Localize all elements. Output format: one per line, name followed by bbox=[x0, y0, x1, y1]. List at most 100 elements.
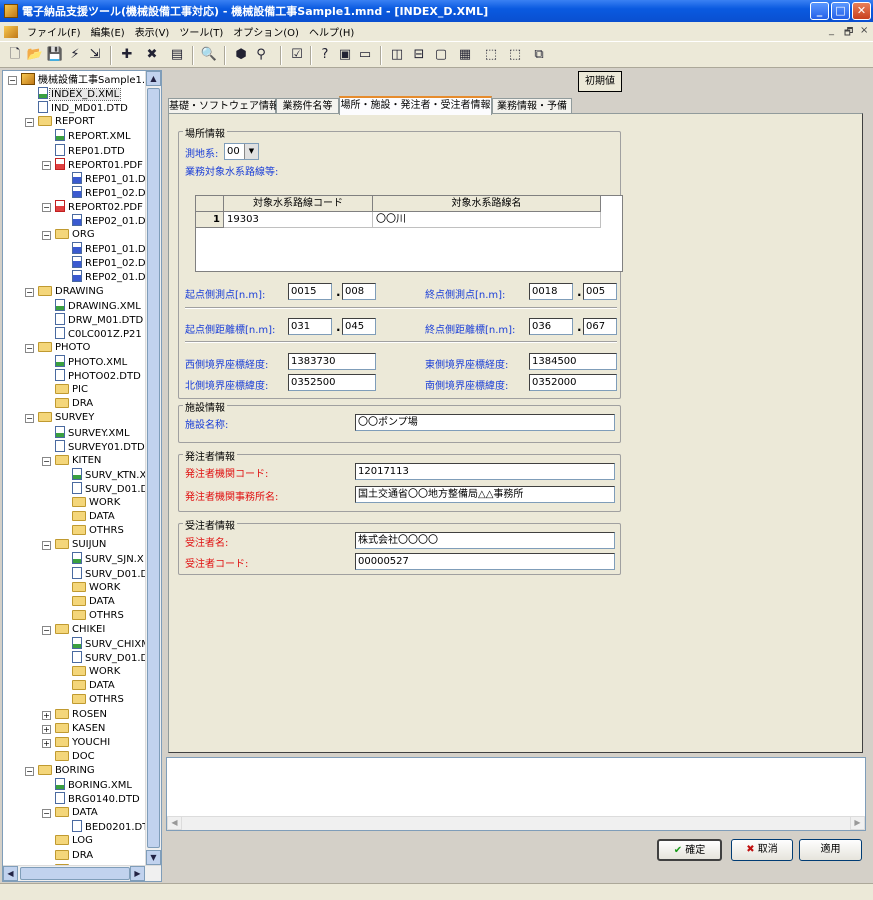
tool3-icon[interactable]: ⧉ bbox=[530, 46, 548, 64]
tree-item[interactable]: PHOTO02.DTD bbox=[55, 369, 142, 383]
west-boundary-field[interactable]: 1383730 bbox=[288, 353, 376, 370]
tree-item[interactable]: REPORT.XML bbox=[55, 129, 132, 143]
window2-icon[interactable]: ▭ bbox=[356, 46, 374, 64]
layout2-icon[interactable]: ⊟ bbox=[410, 46, 428, 64]
tree-item[interactable]: DRA bbox=[55, 397, 94, 411]
message-horizontal-scrollbar[interactable]: ◀ ▶ bbox=[167, 816, 865, 830]
collapse-icon[interactable]: − bbox=[25, 414, 34, 424]
tree-item[interactable]: REPORT02.PDF bbox=[55, 199, 144, 214]
tree-item[interactable]: BORING bbox=[38, 764, 96, 778]
properties-icon[interactable]: ▤ bbox=[168, 46, 186, 64]
lightning-icon[interactable]: ⚡ bbox=[66, 46, 84, 64]
menu-help[interactable]: ヘルプ(H) bbox=[304, 24, 359, 39]
scroll-left-icon[interactable]: ◀ bbox=[167, 816, 182, 830]
document-icon[interactable] bbox=[4, 25, 18, 38]
collapse-icon[interactable]: − bbox=[42, 456, 51, 466]
menu-options[interactable]: オプション(O) bbox=[228, 24, 304, 39]
tree-item[interactable]: BED0201.DTI bbox=[72, 820, 152, 834]
apply-button[interactable]: 適用 bbox=[799, 839, 862, 861]
tree-item[interactable]: REP01_01.DC bbox=[72, 242, 154, 256]
minimize-button[interactable]: _ bbox=[810, 2, 829, 20]
collapse-icon[interactable]: − bbox=[42, 160, 51, 170]
collapse-icon[interactable]: − bbox=[42, 202, 51, 212]
tree-item[interactable]: DATA bbox=[72, 679, 116, 693]
tree-horizontal-scrollbar[interactable]: ◀ ▶ bbox=[3, 865, 161, 881]
tree-item[interactable]: OTHRS bbox=[72, 609, 125, 623]
tree-item[interactable]: SUIJUN bbox=[55, 538, 107, 552]
collapse-icon[interactable]: − bbox=[42, 625, 51, 635]
tree-item[interactable]: DATA bbox=[55, 806, 99, 820]
package-icon[interactable]: ⬢ bbox=[232, 46, 250, 64]
datum-select[interactable]: 00 ▼ bbox=[224, 143, 259, 160]
tree-item[interactable]: DRAWING.XML bbox=[55, 298, 142, 313]
tree-item[interactable]: DRA bbox=[55, 849, 94, 863]
scroll-right-icon[interactable]: ▶ bbox=[850, 816, 865, 830]
tree-item[interactable]: IND_MD01.DTD bbox=[38, 101, 129, 115]
collapse-icon[interactable]: − bbox=[42, 541, 51, 551]
export-icon[interactable]: ⇲ bbox=[86, 46, 104, 64]
tree-item[interactable]: WORK bbox=[72, 581, 121, 595]
tab-project-name[interactable]: 業務件名等 bbox=[276, 98, 339, 114]
default-values-button[interactable]: 初期値 bbox=[578, 71, 622, 92]
add-icon[interactable]: ✚ bbox=[118, 46, 136, 64]
chevron-down-icon[interactable]: ▼ bbox=[244, 144, 258, 159]
tab-location-facility[interactable]: 場所・施設・発注者・受注者情報 bbox=[339, 96, 492, 115]
tree-item[interactable]: WORK bbox=[72, 496, 121, 510]
tree-item[interactable]: REPORT bbox=[38, 115, 96, 129]
tree-item[interactable]: REP01_02.DC bbox=[72, 185, 154, 200]
south-boundary-field[interactable]: 0352000 bbox=[529, 374, 617, 391]
tree-item[interactable]: BORING.XML bbox=[55, 778, 133, 792]
tool1-icon[interactable]: ⬚ bbox=[482, 46, 500, 64]
close-button[interactable]: ✕ bbox=[852, 2, 871, 20]
tree-item[interactable]: CHIKEI bbox=[55, 623, 106, 637]
collapse-icon[interactable]: − bbox=[25, 343, 34, 353]
tree-horizontal-thumb[interactable] bbox=[20, 867, 130, 880]
tab-basic-software[interactable]: 基礎・ソフトウェア情報 bbox=[168, 98, 279, 114]
collapse-icon[interactable]: − bbox=[42, 231, 51, 241]
tree-item[interactable]: SURVEY01.DTD bbox=[55, 439, 146, 454]
tree-item[interactable]: PHOTO bbox=[38, 341, 91, 355]
open-icon[interactable]: 📂 bbox=[26, 46, 44, 64]
find-icon[interactable]: ⚲ bbox=[252, 46, 270, 64]
tool2-icon[interactable]: ⬚ bbox=[506, 46, 524, 64]
tree-item[interactable]: DOC bbox=[55, 750, 96, 764]
collapse-icon[interactable]: − bbox=[25, 766, 34, 776]
tree-item[interactable]: SURV_CHIXM bbox=[72, 637, 151, 651]
tree-item[interactable]: REP01.DTD bbox=[55, 143, 126, 158]
water-route-grid[interactable]: 対象水系路線コード 対象水系路線名 1 19303 〇〇川 bbox=[195, 195, 623, 272]
start-distance-m-field[interactable]: 045 bbox=[342, 318, 376, 335]
tree-vertical-scrollbar[interactable]: ▲ ▼ bbox=[145, 71, 161, 866]
tree-item[interactable]: KASEN bbox=[55, 722, 106, 736]
menu-file[interactable]: ファイル(F) bbox=[22, 24, 86, 39]
scroll-up-icon[interactable]: ▲ bbox=[146, 71, 161, 86]
tree-item[interactable]: WORK bbox=[72, 665, 121, 679]
contractor-code-field[interactable]: 00000527 bbox=[355, 553, 615, 570]
new-icon[interactable]: 🗋 bbox=[6, 46, 24, 64]
cancel-button[interactable]: ✖ 取消 bbox=[731, 839, 793, 861]
grid-cell-code[interactable]: 19303 bbox=[224, 212, 373, 228]
title-bar[interactable]: 電子納品支援ツール(機械設備工事対応) - 機械設備工事Sample1.mnd … bbox=[0, 0, 873, 22]
mdi-restore-button[interactable]: 🗗 bbox=[844, 25, 853, 42]
menu-tools[interactable]: ツール(T) bbox=[174, 24, 228, 39]
tree-item[interactable]: PIC bbox=[55, 383, 89, 397]
menu-view[interactable]: 表示(V) bbox=[130, 24, 175, 39]
grid-cell-name[interactable]: 〇〇川 bbox=[373, 212, 601, 228]
check-icon[interactable]: ☑ bbox=[288, 46, 306, 64]
end-survey-n-field[interactable]: 0018 bbox=[529, 283, 573, 300]
tree-item[interactable]: DATA bbox=[72, 595, 116, 609]
menu-edit[interactable]: 編集(E) bbox=[86, 24, 130, 39]
orderer-office-field[interactable]: 国土交通省〇〇地方整備局△△事務所 bbox=[355, 486, 615, 503]
end-survey-m-field[interactable]: 005 bbox=[583, 283, 617, 300]
scroll-left-icon[interactable]: ◀ bbox=[3, 866, 18, 881]
tree-item[interactable]: DRW_M01.DTD bbox=[55, 312, 144, 327]
tree-item[interactable]: SURVEY.XML bbox=[55, 425, 131, 440]
tree-item[interactable]: ROSEN bbox=[55, 708, 108, 722]
tree-item[interactable]: SURV_D01.DT bbox=[72, 481, 155, 496]
tree-item[interactable]: SURV_KTN.X bbox=[72, 467, 147, 482]
tree-item[interactable]: DRAWING bbox=[38, 285, 105, 299]
tree-item[interactable]: BRG0140.DTD bbox=[55, 792, 141, 806]
orderer-code-field[interactable]: 12017113 bbox=[355, 463, 615, 480]
mdi-minimize-button[interactable]: _ bbox=[829, 25, 834, 36]
tree-item[interactable]: C0LC001Z.P21 bbox=[55, 326, 143, 341]
tree-vertical-thumb[interactable] bbox=[147, 88, 160, 848]
